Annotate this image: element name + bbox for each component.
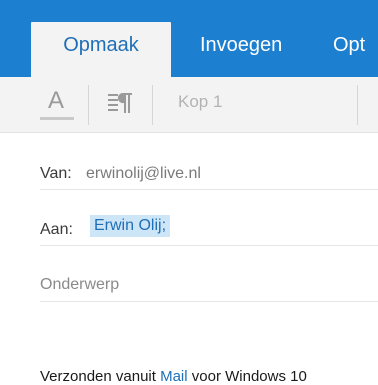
paragraph-style-select[interactable]: Kop 1 bbox=[178, 92, 222, 112]
message-body[interactable]: Verzonden vanuit Mail voor Windows 10 bbox=[40, 368, 307, 385]
font-color-icon: A bbox=[48, 87, 65, 114]
to-label: Aan: bbox=[40, 221, 73, 238]
recipient-chip[interactable]: Erwin Olij; bbox=[90, 215, 171, 237]
body-prefix: Verzonden vanuit bbox=[40, 368, 161, 385]
tab-options[interactable]: Opt bbox=[333, 22, 378, 77]
from-row[interactable]: Van: erwinolij@live.nl bbox=[40, 133, 378, 190]
mail-link[interactable]: Mail bbox=[160, 368, 188, 385]
font-color-underline bbox=[40, 117, 74, 120]
subject-placeholder: Onderwerp bbox=[40, 276, 120, 293]
tab-invoegen[interactable]: Invoegen bbox=[200, 22, 290, 77]
toolbar-divider bbox=[357, 85, 358, 125]
message-compose-area: Van: erwinolij@live.nl Aan: Erwin Olij; … bbox=[0, 133, 378, 385]
tab-opmaak[interactable]: Opmaak bbox=[31, 22, 171, 77]
toolbar-divider bbox=[88, 85, 89, 125]
subject-field[interactable]: Onderwerp bbox=[40, 245, 378, 302]
paragraph-format-icon[interactable] bbox=[106, 89, 136, 119]
from-label: Van: bbox=[40, 165, 72, 182]
body-suffix: voor Windows 10 bbox=[187, 368, 307, 385]
ribbon-tab-bar: Opmaak Invoegen Opt bbox=[0, 0, 378, 77]
text-format-button[interactable]: A bbox=[38, 87, 74, 121]
toolbar-divider bbox=[152, 85, 153, 125]
to-row[interactable]: Aan: Erwin Olij; bbox=[40, 189, 378, 246]
from-value: erwinolij@live.nl bbox=[86, 165, 201, 182]
formatting-toolbar: A Kop 1 bbox=[0, 77, 378, 133]
